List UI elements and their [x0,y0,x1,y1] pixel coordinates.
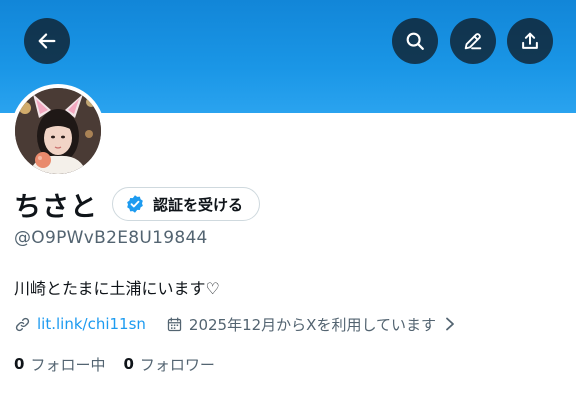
user-handle: @O9PWvB2E8U19844 [14,228,208,248]
arrow-left-icon [38,33,56,49]
link-icon [15,317,30,331]
followers-link[interactable]: 0 フォロワー [123,354,214,375]
following-link[interactable]: 0 フォロー中 [14,354,105,375]
share-upload-icon [522,32,538,49]
avatar-photo [15,88,101,174]
following-count: 0 [14,355,25,373]
edit-button[interactable] [450,18,496,64]
joined-date-text: 2025年12月からXを利用しています [188,315,436,334]
chevron-right-icon [446,317,454,331]
calendar-icon [167,316,182,331]
profile-avatar[interactable] [11,84,105,178]
followers-label: フォロワー [139,355,215,374]
profile-meta: lit.link/chi11sn 2025年12月からXを利用しています [14,312,456,336]
following-label: フォロー中 [30,355,106,374]
search-button[interactable] [392,18,438,64]
get-verified-button[interactable]: 認証を受ける [112,187,261,221]
display-name: ちさと [14,191,98,223]
search-icon [406,32,424,50]
joined-date[interactable]: 2025年12月からXを利用しています [166,314,456,335]
followers-count: 0 [123,355,134,373]
verified-badge-icon [127,195,143,213]
profile-link-text[interactable]: lit.link/chi11sn [37,315,146,333]
back-button[interactable] [24,18,70,64]
share-button[interactable] [507,18,553,64]
follow-stats: 0 フォロー中 0 フォロワー [14,353,215,375]
profile-link[interactable]: lit.link/chi11sn [14,315,146,333]
name-row: ちさと 認証を受ける [14,186,261,223]
get-verified-label: 認証を受ける [153,195,244,214]
profile-bio: 川崎とたまに土浦にいます♡ [14,279,220,298]
pen-icon [464,33,482,50]
